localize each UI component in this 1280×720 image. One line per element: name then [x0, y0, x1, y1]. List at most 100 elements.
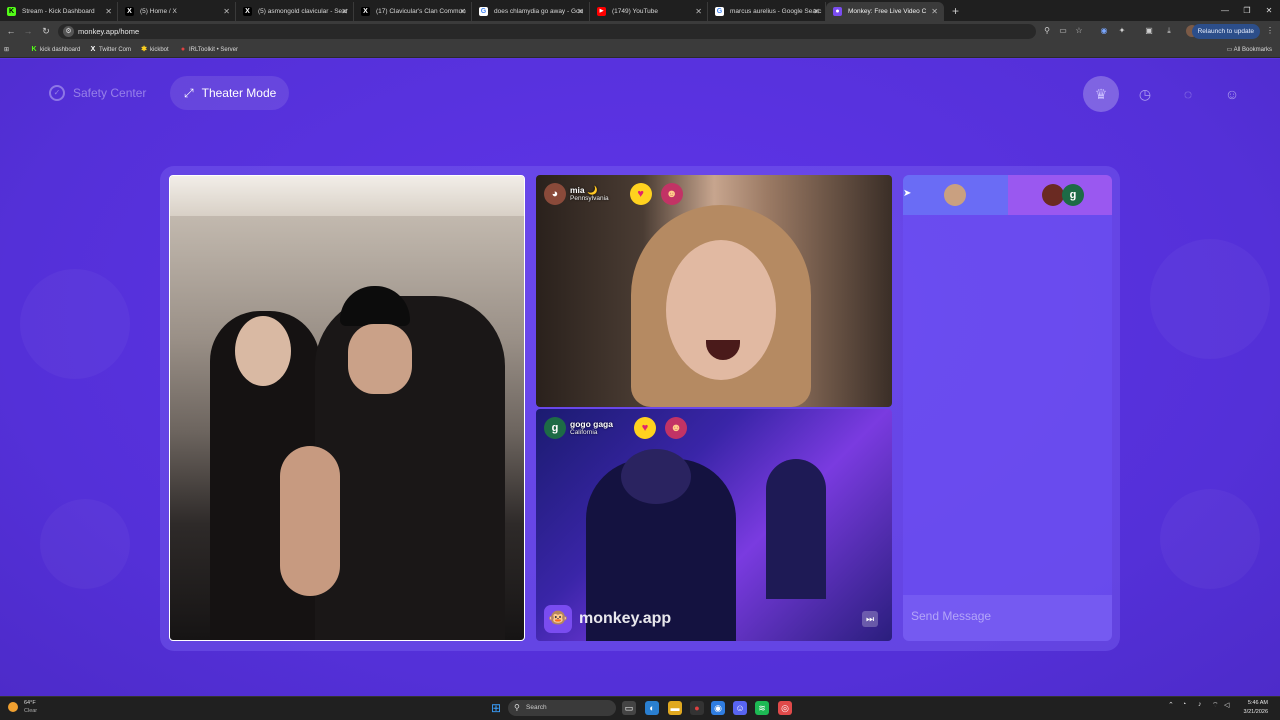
close-tab-icon[interactable]: ✕ [223, 2, 230, 21]
all-bookmarks-button[interactable]: ▭ All Bookmarks [1227, 42, 1272, 58]
spotify-icon[interactable]: ≋ [755, 701, 769, 715]
address-bar[interactable]: ⚙ monkey.app/home [58, 24, 1036, 39]
forward-icon[interactable]: → [21, 24, 35, 38]
search-icon: ⚲ [514, 703, 520, 712]
window-controls: — ❐ ✕ [1214, 0, 1280, 21]
avatar [1042, 184, 1064, 206]
browser-tab[interactable]: ▶ (1749) YouTube ✕ [590, 2, 708, 21]
windows-taskbar: 64°F Clear ⊞ ⚲ Search ▭ ◐ ▬ ● ◉ ☺ ≋ ◎ ⌃ … [0, 696, 1280, 720]
relaunch-button[interactable]: Relaunch to update [1191, 24, 1260, 39]
crown-button[interactable]: ♛ [1083, 76, 1119, 112]
x-icon: X [243, 7, 252, 16]
avatar [944, 184, 966, 206]
bookmark-twitter-com[interactable]: X Twitter Com [89, 42, 131, 58]
bookmark-irltoolkit[interactable]: ● IRLToolkit • Server [179, 42, 238, 58]
browser-tab[interactable]: G marcus aurelius - Google Searc ✕ [708, 2, 826, 21]
user-tag[interactable]: g gogo gaga California ♥ ☻ [544, 417, 687, 439]
temperature: 64°F [24, 700, 36, 706]
heart-badge-icon[interactable]: ♥ [629, 183, 652, 205]
close-tab-icon[interactable]: ✕ [695, 2, 702, 21]
close-tab-icon[interactable]: ✕ [459, 2, 466, 21]
browser-tab[interactable]: X (17) Clavicular's Clan Commun ✕ [354, 2, 472, 21]
browser-tab[interactable]: X (5) asmongold clavicular - Sear ✕ [236, 2, 354, 21]
tab-title: does chlamydia go away - Goo [494, 8, 584, 15]
extensions-puzzle-icon[interactable]: ✦ [1116, 25, 1128, 37]
send-message-input[interactable] [911, 605, 1101, 627]
profile-button[interactable]: ☺ [1214, 76, 1250, 112]
task-view-icon[interactable]: ▭ [622, 701, 636, 715]
copilot-icon[interactable]: ◐ [645, 701, 659, 715]
apps-grid-icon[interactable]: ⊞ [4, 42, 16, 58]
volume-icon[interactable]: ◁ [1224, 701, 1229, 709]
zoom-icon[interactable]: ⚲ [1041, 25, 1053, 37]
history-button[interactable]: ◷ [1127, 76, 1163, 112]
avatar: ◕ [544, 183, 566, 205]
google-icon: G [715, 7, 724, 16]
close-tab-icon[interactable]: ✕ [105, 2, 112, 21]
new-tab-icon[interactable]: + [944, 2, 967, 21]
bookmarks-bar: ⊞ K kick dashboard X Twitter Com ✱ kickb… [0, 42, 1280, 58]
network-icon[interactable]: ⌔ [1212, 701, 1219, 710]
system-clock[interactable]: 5:46 AM 3/21/2026 [1244, 699, 1268, 717]
tray-app-icon[interactable]: ◔ [1182, 701, 1186, 708]
safety-center-label: Safety Center [73, 86, 147, 100]
irltoolkit-icon: ● [180, 46, 186, 53]
taskbar-search[interactable]: ⚲ Search [508, 700, 616, 716]
url-text[interactable]: monkey.app/home [78, 24, 139, 39]
bookmark-kickbot[interactable]: ✱ kickbot [140, 42, 169, 58]
side-panel-icon[interactable]: ▣ [1143, 25, 1155, 37]
app-icon[interactable]: ● [690, 701, 704, 715]
tab-title: (5) Home / X [140, 8, 177, 15]
close-tab-icon[interactable]: ✕ [931, 2, 938, 21]
user-tag[interactable]: ◕ mia 🌙 Pennsylvania ♥ ☻ [544, 183, 683, 205]
theater-mode-button[interactable]: ⤢ Theater Mode [170, 76, 289, 110]
tray-chevron-icon[interactable]: ⌃ [1168, 701, 1174, 709]
cap-shape [340, 286, 410, 326]
bookmark-label: kick dashboard [40, 47, 81, 53]
chat-participant-mia[interactable] [903, 175, 1008, 215]
site-info-icon[interactable]: ⚙ [63, 26, 74, 37]
kick-icon: K [31, 46, 37, 53]
profile-icon: ☺ [1224, 86, 1240, 102]
user-location: Pennsylvania [570, 195, 609, 202]
monkey-brand: 🐵 monkey.app [544, 605, 671, 633]
downloads-icon[interactable]: ⤓ [1163, 25, 1175, 37]
windows-start-icon[interactable]: ⊞ [489, 701, 503, 715]
browser-tab[interactable]: K Stream - Kick Dashboard ✕ [0, 2, 118, 21]
bot-badge-icon[interactable]: ☻ [664, 417, 687, 439]
extension-icon[interactable]: ◉ [1098, 25, 1110, 37]
heart-badge-icon[interactable]: ♥ [633, 417, 656, 439]
restore-icon[interactable]: ❐ [1236, 0, 1258, 21]
browser-tab-active[interactable]: ● Monkey: Free Live Video C ✕ [826, 2, 944, 21]
cast-icon[interactable]: ▭ [1057, 25, 1069, 37]
close-tab-icon[interactable]: ✕ [577, 2, 584, 21]
username: gogo gaga [570, 419, 613, 429]
safety-center-button[interactable]: ✓ Safety Center [41, 76, 159, 110]
back-icon[interactable]: ← [4, 24, 18, 38]
browser-tab[interactable]: G does chlamydia go away - Goo ✕ [472, 2, 590, 21]
reload-icon[interactable]: ↻ [39, 24, 53, 38]
skip-icon[interactable]: ⏭ [862, 611, 878, 627]
close-tab-icon[interactable]: ✕ [813, 2, 820, 21]
google-icon: G [479, 7, 488, 16]
obs-icon[interactable]: ◎ [778, 701, 792, 715]
bookmark-star-icon[interactable]: ☆ [1073, 25, 1085, 37]
bot-badge-icon[interactable]: ☻ [660, 183, 683, 205]
bookmark-kick-dashboard[interactable]: K kick dashboard [30, 42, 80, 58]
menu-kebab-icon[interactable]: ⋮ [1264, 25, 1276, 37]
discord-icon[interactable]: ☺ [733, 701, 747, 715]
chat-participant-gogo-gaga[interactable]: g [1008, 175, 1112, 215]
close-window-icon[interactable]: ✕ [1258, 0, 1280, 21]
mic-icon[interactable]: ♪ [1198, 701, 1202, 708]
browser-tab[interactable]: X (5) Home / X ✕ [118, 2, 236, 21]
username: mia 🌙 [570, 185, 598, 195]
chrome-icon[interactable]: ◉ [711, 701, 725, 715]
x-icon: X [125, 7, 134, 16]
background-person-silhouette [766, 459, 826, 599]
close-tab-icon[interactable]: ✕ [341, 2, 348, 21]
messages-button[interactable]: ◌ [1170, 76, 1206, 112]
minimize-icon[interactable]: — [1214, 0, 1236, 21]
peer-video-feed-mia: ◕ mia 🌙 Pennsylvania ♥ ☻ [536, 175, 892, 407]
chat-input-area [903, 595, 1112, 641]
file-explorer-icon[interactable]: ▬ [668, 701, 682, 715]
